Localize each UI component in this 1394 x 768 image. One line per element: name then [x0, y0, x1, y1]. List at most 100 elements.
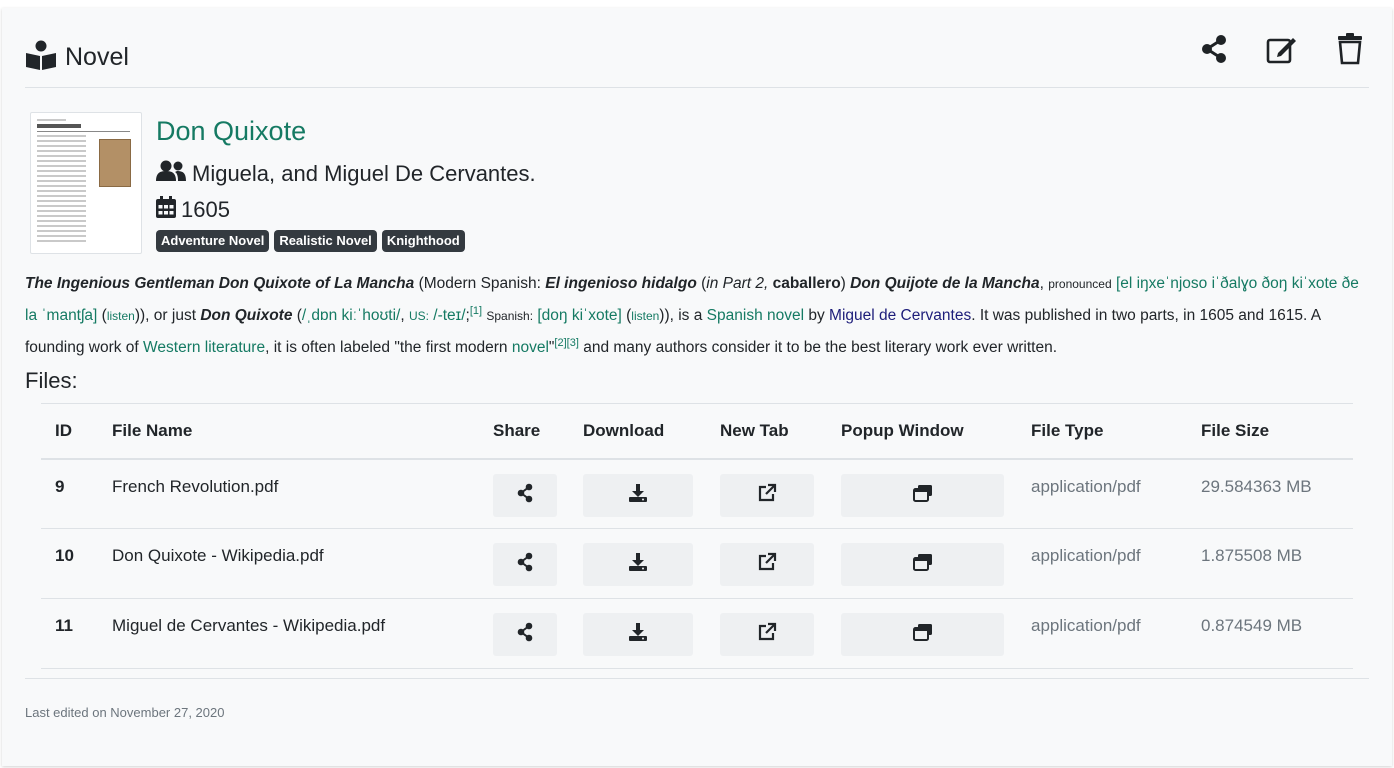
year-text: 1605 [181, 197, 230, 222]
file-type: application/pdf [1017, 458, 1187, 529]
download-icon [628, 552, 648, 577]
desc-text: by [804, 307, 830, 325]
column-header: File Size [1187, 403, 1353, 460]
cover-illustration [99, 139, 131, 187]
citation-link[interactable]: [1] [470, 305, 482, 317]
calendar-icon [156, 196, 176, 224]
file-id: 9 [41, 458, 98, 529]
download-file-button[interactable] [583, 613, 693, 656]
listen-link[interactable]: listen [107, 309, 135, 323]
desc-text: )), is a [659, 307, 707, 325]
column-header: New Tab [706, 403, 827, 460]
share-file-button[interactable] [493, 543, 557, 586]
authors-text: Miguela, and Miguel De Cervantes. [192, 161, 536, 186]
ipa-link[interactable]: [doŋ kiˈxote] [537, 307, 621, 324]
desc-text: , [1039, 275, 1049, 292]
book-cover-thumbnail[interactable] [30, 112, 142, 254]
users-icon [156, 160, 186, 188]
file-size: 0.874549 MB [1187, 598, 1353, 669]
book-title: Don Quixote [156, 116, 307, 146]
file-id: 10 [41, 528, 98, 599]
column-header: File Type [1017, 403, 1187, 460]
share-icon [516, 483, 534, 508]
header-actions [1195, 32, 1369, 70]
book-reader-icon [25, 40, 57, 75]
external-link-icon [757, 622, 777, 647]
delete-button[interactable] [1331, 32, 1369, 70]
tag-badge[interactable]: Adventure Novel [156, 230, 270, 252]
files-table: ID File Name Share Download New Tab Popu… [41, 403, 1353, 669]
files-heading: Files: [25, 368, 78, 393]
desc-text: ( [621, 307, 632, 325]
ipa-link[interactable]: /-teɪ/ [433, 307, 465, 324]
page-title-text: Novel [65, 43, 129, 71]
download-file-button[interactable] [583, 543, 693, 586]
download-icon [628, 622, 648, 647]
open-popup-button[interactable] [841, 543, 1004, 586]
window-restore-icon [912, 623, 933, 646]
desc-text: , it is often labeled "the first modern [265, 339, 512, 357]
book-description: The Ingenious Gentleman Don Quixote of L… [25, 270, 1375, 361]
novel-link[interactable]: novel [512, 339, 549, 356]
cervantes-link[interactable]: Miguel de Cervantes [829, 307, 971, 324]
desc-text: in Part 2, [706, 275, 769, 292]
open-new-tab-button[interactable] [720, 613, 814, 656]
table-header-row: ID File Name Share Download New Tab Popu… [41, 403, 1353, 460]
file-size: 29.584363 MB [1187, 458, 1353, 529]
edit-icon [1266, 34, 1298, 69]
book-year: 1605 [156, 196, 230, 224]
card-footer: Last edited on November 27, 2020 [25, 678, 1369, 720]
open-new-tab-button[interactable] [720, 473, 814, 517]
desc-text: ( [696, 275, 707, 292]
desc-text: (Modern Spanish: [414, 275, 546, 292]
citation-link[interactable]: [2][3] [554, 337, 578, 349]
file-name: French Revolution.pdf [98, 458, 479, 529]
file-id: 11 [41, 598, 98, 669]
listen-link[interactable]: listen [631, 309, 659, 323]
spanish-novel-link[interactable]: Spanish novel [707, 307, 804, 324]
file-type: application/pdf [1017, 598, 1187, 669]
trash-icon [1337, 32, 1363, 70]
desc-text: Spanish: [486, 309, 534, 324]
share-button[interactable] [1195, 32, 1233, 70]
desc-text: caballero [768, 275, 841, 292]
us-link[interactable]: US: [409, 309, 429, 323]
open-popup-button[interactable] [841, 473, 1004, 517]
desc-text: pronounced [1048, 277, 1112, 291]
open-new-tab-button[interactable] [720, 543, 814, 586]
tag-list: Adventure Novel Realistic Novel Knightho… [156, 230, 465, 252]
desc-text: ) [840, 275, 851, 292]
share-icon [516, 622, 534, 647]
edit-button[interactable] [1263, 32, 1301, 70]
desc-text: ( [97, 307, 107, 325]
external-link-icon [757, 483, 777, 508]
table-row: 10 Don Quixote - Wikipedia.pdf applicati… [41, 528, 1353, 599]
card-header: Novel [25, 30, 1369, 88]
share-icon [516, 552, 534, 577]
window-restore-icon [912, 484, 933, 507]
external-link-icon [757, 552, 777, 577]
desc-text: The Ingenious Gentleman Don Quixote of L… [25, 275, 415, 292]
column-header: File Name [98, 403, 479, 460]
column-header: Popup Window [827, 403, 1017, 460]
tag-badge[interactable]: Knighthood [381, 230, 465, 252]
desc-text: El ingenioso hidalgo [545, 275, 697, 292]
share-file-button[interactable] [493, 473, 557, 517]
tag-badge[interactable]: Realistic Novel [274, 230, 377, 252]
file-size: 1.875508 MB [1187, 528, 1353, 599]
ipa-link[interactable]: /ˌdɒn kiːˈhoʊti/ [302, 307, 400, 324]
share-icon [1200, 34, 1228, 69]
window-restore-icon [912, 553, 933, 576]
western-literature-link[interactable]: Western literature [143, 339, 265, 356]
open-popup-button[interactable] [841, 613, 1004, 656]
novel-card: Novel Don Quixote Miguela, and Miguel De… [2, 8, 1392, 766]
desc-text: and many authors consider it to be the b… [578, 339, 1058, 357]
download-file-button[interactable] [583, 473, 693, 517]
column-header: ID [41, 403, 98, 460]
last-edited-text: Last edited on November 27, 2020 [25, 705, 225, 720]
file-name: Miguel de Cervantes - Wikipedia.pdf [98, 598, 479, 669]
page-title: Novel [25, 40, 129, 75]
file-name: Don Quixote - Wikipedia.pdf [98, 528, 479, 599]
column-header: Share [479, 403, 569, 460]
share-file-button[interactable] [493, 613, 557, 656]
